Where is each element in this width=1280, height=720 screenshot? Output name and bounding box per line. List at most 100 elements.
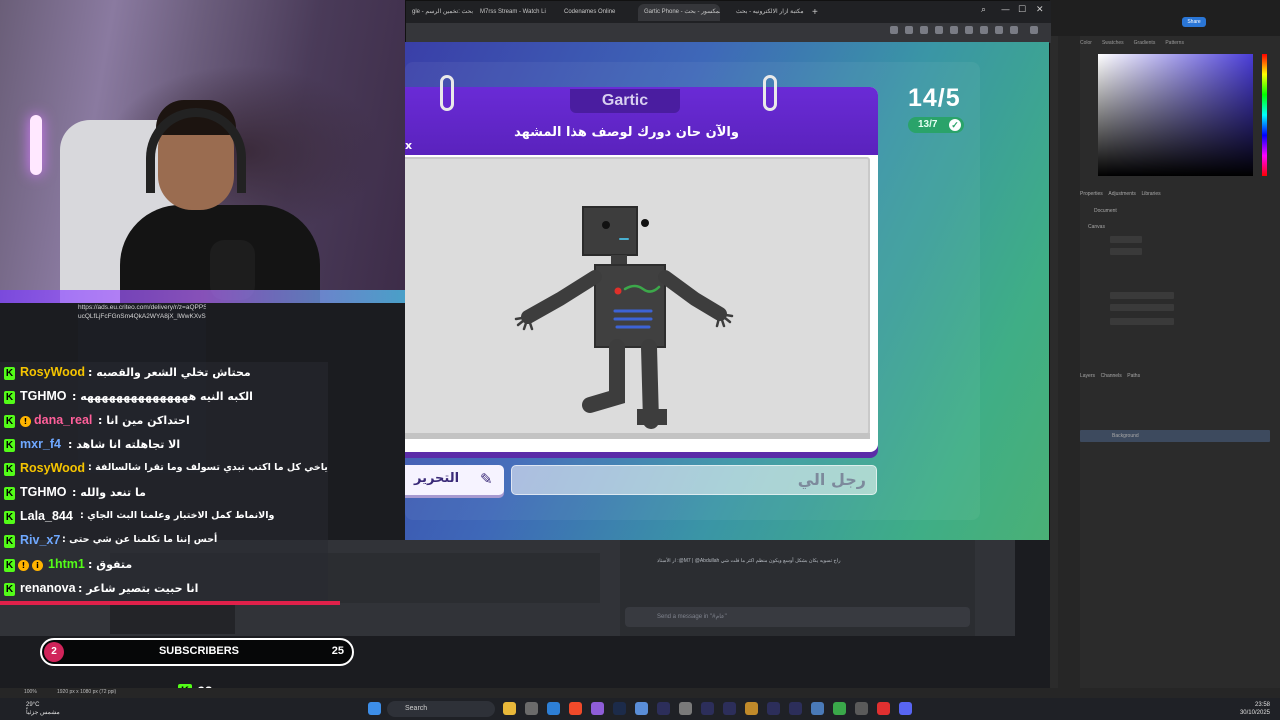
document-label: Document bbox=[1094, 208, 1117, 214]
robot-drawing bbox=[514, 206, 734, 429]
kick-badge-icon: K bbox=[4, 511, 15, 524]
photoshop-toolbar[interactable] bbox=[1058, 36, 1080, 696]
tab-layers[interactable]: Layers bbox=[1080, 373, 1095, 379]
led-strip bbox=[0, 290, 405, 303]
menu-icon[interactable] bbox=[995, 26, 1003, 34]
media-encoder-icon[interactable] bbox=[723, 702, 736, 715]
audition-icon[interactable] bbox=[789, 702, 802, 715]
color-panel-tabs[interactable]: Color Swatches Gradients Patterns bbox=[1080, 40, 1184, 46]
tab-swatches[interactable]: Swatches bbox=[1102, 40, 1124, 46]
app-icon[interactable] bbox=[811, 702, 824, 715]
windows-taskbar: 29°C مشمس جزئياً Search 23:58 30/10/2025 bbox=[0, 698, 1280, 720]
vscode-icon[interactable] bbox=[547, 702, 560, 715]
tab-patterns[interactable]: Patterns bbox=[1165, 40, 1184, 46]
app-icon[interactable] bbox=[855, 702, 868, 715]
chat-message: K ! dana_real : احتداكن مين انا bbox=[0, 410, 328, 434]
audition-icon[interactable] bbox=[657, 702, 670, 715]
chat-message: K RosyWood : ياخي كل ما اكتب تبدي تسولف … bbox=[0, 458, 328, 482]
players-done-count: 13/7 bbox=[918, 119, 938, 130]
file-explorer-icon[interactable] bbox=[503, 702, 516, 715]
search-tabs-icon[interactable]: ⌕ bbox=[981, 5, 986, 15]
tab-channels[interactable]: Channels bbox=[1101, 373, 1122, 379]
layer-row[interactable]: Background bbox=[1080, 430, 1270, 442]
kick-badge-icon: K bbox=[4, 535, 15, 548]
photoshop-icon[interactable] bbox=[613, 702, 626, 715]
tab-paths[interactable]: Paths bbox=[1127, 373, 1140, 379]
hue-slider[interactable] bbox=[1262, 54, 1267, 176]
extension-icon[interactable] bbox=[920, 26, 928, 34]
weather-widget[interactable]: 29°C مشمس جزئياً bbox=[26, 701, 60, 717]
heart-icon[interactable] bbox=[965, 26, 973, 34]
chat-text: : الكبه النيه هههههههههههههههه bbox=[72, 390, 253, 403]
chat-divider bbox=[0, 601, 340, 605]
app-icon[interactable] bbox=[525, 702, 538, 715]
extension-icon[interactable] bbox=[890, 26, 898, 34]
chat-username: Lala_844 bbox=[20, 509, 73, 523]
maximize-icon[interactable]: ☐ bbox=[1018, 5, 1026, 15]
taskbar-search[interactable]: Search bbox=[387, 701, 495, 717]
discord-message: ار الأستاذ :@M7 | @Abdullah راح تسويه يك… bbox=[657, 558, 841, 564]
edit-button[interactable]: التحرير ✎ bbox=[405, 465, 504, 495]
tab-adjustments[interactable]: Adjustments bbox=[1108, 191, 1136, 197]
profile-icon[interactable] bbox=[1010, 26, 1018, 34]
app-icon[interactable] bbox=[833, 702, 846, 715]
zoom-level: 100% bbox=[24, 689, 37, 695]
app-icon[interactable] bbox=[745, 702, 758, 715]
chat-message: K ! i 1htm1 : متفوق bbox=[0, 554, 328, 578]
visual-studio-icon[interactable] bbox=[591, 702, 604, 715]
fill-select[interactable] bbox=[1110, 318, 1174, 325]
minimize-icon[interactable]: — bbox=[1001, 5, 1010, 15]
height-field[interactable] bbox=[1110, 248, 1142, 255]
system-clock[interactable]: 23:58 30/10/2025 bbox=[1240, 701, 1270, 717]
color-picker-field[interactable] bbox=[1098, 54, 1253, 176]
download-icon[interactable] bbox=[980, 26, 988, 34]
tab-libraries[interactable]: Libraries bbox=[1141, 191, 1160, 197]
answer-input[interactable]: رجل الي bbox=[511, 465, 877, 495]
browser-tab[interactable]: مكتبة ازار الالكترونيه - بحث bbox=[730, 4, 810, 21]
chat-text: : احتداكن مين انا bbox=[98, 414, 190, 427]
chat-message: K TGHMO : ما تنعد والله bbox=[0, 482, 328, 506]
browser-tab[interactable]: M7rss Stream - Watch Li bbox=[474, 4, 556, 21]
chat-text: : الا تجاهلته انا شاهد bbox=[68, 438, 181, 451]
kick-badge-icon: K bbox=[4, 463, 15, 476]
tab-bar: gle - بحث :تخمين الرسم M7rss Stream - Wa… bbox=[406, 1, 1051, 23]
discord-voice-controls[interactable] bbox=[110, 604, 235, 634]
kick-badge-icon: K bbox=[4, 415, 15, 428]
browser-tab-active[interactable]: Gartic Phone - المكسور - بحث bbox=[638, 4, 720, 21]
settings-icon[interactable] bbox=[1030, 26, 1038, 34]
discord-icon[interactable] bbox=[899, 702, 912, 715]
share-button[interactable]: Share bbox=[1182, 17, 1206, 27]
app-icon[interactable] bbox=[635, 702, 648, 715]
layers-tabs[interactable]: Layers Channels Paths bbox=[1080, 373, 1140, 379]
weather-desc: مشمس جزئياً bbox=[26, 710, 60, 716]
browser-tab[interactable]: Codenames Online bbox=[558, 4, 638, 21]
discord-message-input[interactable]: Send a message in "#عام" bbox=[625, 607, 970, 627]
kick-badge-icon: K bbox=[4, 391, 15, 404]
subscriber-goal-bar: 2 SUBSCRIBERS 25 bbox=[40, 638, 354, 666]
tab-gradients[interactable]: Gradients bbox=[1134, 40, 1156, 46]
mode-select[interactable] bbox=[1110, 292, 1174, 299]
tab-color[interactable]: Color bbox=[1080, 40, 1092, 46]
after-effects-icon[interactable] bbox=[701, 702, 714, 715]
opera-gx-icon[interactable] bbox=[877, 702, 890, 715]
properties-tabs[interactable]: Properties Adjustments Libraries bbox=[1080, 191, 1161, 197]
width-field[interactable] bbox=[1110, 236, 1142, 243]
kick-badge-icon: K bbox=[4, 367, 15, 380]
play-icon[interactable] bbox=[950, 26, 958, 34]
photoshop-window: Share Color Swatches Gradients Patterns … bbox=[1050, 0, 1280, 700]
close-window-icon[interactable]: ✕ bbox=[1036, 5, 1044, 15]
chat-text: : ما تنعد والله bbox=[72, 486, 146, 499]
players-done-badge: 13/7 ✓ bbox=[908, 117, 964, 133]
start-icon[interactable] bbox=[368, 702, 381, 715]
extension-icon[interactable] bbox=[935, 26, 943, 34]
chat-message: K mxr_f4 : الا تجاهلته انا شاهد bbox=[0, 434, 328, 458]
new-tab-button[interactable]: + bbox=[806, 4, 820, 21]
bit-depth-select[interactable] bbox=[1110, 304, 1174, 311]
brave-icon[interactable] bbox=[569, 702, 582, 715]
extension-icon[interactable] bbox=[905, 26, 913, 34]
tab-properties[interactable]: Properties bbox=[1080, 191, 1103, 197]
premiere-icon[interactable] bbox=[767, 702, 780, 715]
close-icon[interactable]: x bbox=[405, 139, 412, 152]
canvas-label: Canvas bbox=[1088, 224, 1105, 230]
calculator-icon[interactable] bbox=[679, 702, 692, 715]
